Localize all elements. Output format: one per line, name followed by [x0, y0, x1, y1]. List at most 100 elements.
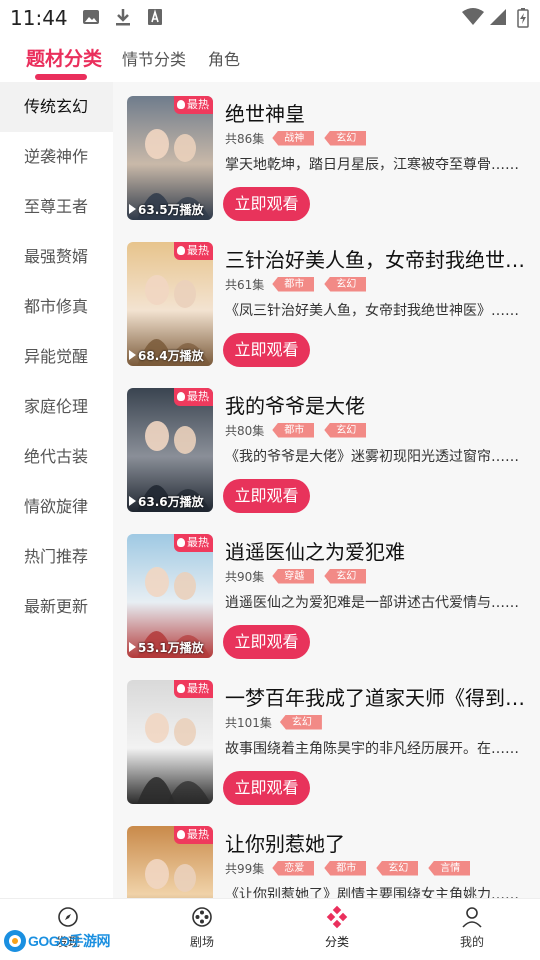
category-tabs: 题材分类 情节分类 角色 — [0, 36, 540, 82]
genre-tag: 玄幻 — [376, 860, 419, 876]
genre-tag: 都市 — [272, 276, 315, 292]
watch-now-button[interactable]: 立即观看 — [223, 333, 310, 367]
genre-tag: 战神 — [272, 130, 315, 146]
nav-mine[interactable]: 我的 — [432, 905, 512, 950]
drama-description: 故事围绕着主角陈昊宇的非凡经历展开。在…… — [225, 741, 519, 757]
sidebar-item-son-in-law[interactable]: 最强赘婿 — [0, 232, 113, 282]
episode-count: 共99集 — [225, 861, 265, 876]
drama-poster[interactable]: 最热 53.1万播放 — [127, 534, 213, 658]
status-bar: 11:44 — [0, 0, 540, 36]
sidebar-item-romance-melody[interactable]: 情欲旋律 — [0, 482, 113, 532]
watch-now-button[interactable]: 立即观看 — [223, 625, 310, 659]
watch-now-button[interactable]: 立即观看 — [223, 187, 310, 221]
sidebar-item-family-ethics[interactable]: 家庭伦理 — [0, 382, 113, 432]
hot-badge-label: 最热 — [187, 536, 209, 549]
genre-tag: 穿越 — [272, 568, 315, 584]
drama-meta: 共61集 都市 玄幻 — [225, 276, 376, 292]
drama-card[interactable]: 最热 68.4万播放 三针治好美人鱼，女帝封我绝世神医 共61集 都市 玄幻 《凤… — [113, 228, 540, 374]
genre-tag: 玄幻 — [324, 422, 367, 438]
play-count: 63.5万播放 — [129, 201, 204, 218]
sidebar-item-hot-picks[interactable]: 热门推荐 — [0, 532, 113, 582]
play-icon — [129, 496, 136, 506]
drama-card[interactable]: 最热 63.5万播放 绝世神皇 共86集 战神 玄幻 掌天地乾坤，踏日月星辰，江寒… — [113, 82, 540, 228]
hot-badge-label: 最热 — [187, 98, 209, 111]
font-icon — [148, 9, 162, 25]
image-icon — [83, 10, 99, 24]
genre-tag: 言情 — [428, 860, 471, 876]
drama-description: 《让你别惹她了》剧情主要围绕女主角姚力…… — [225, 887, 519, 898]
watch-now-button[interactable]: 立即观看 — [223, 479, 310, 513]
flame-icon — [177, 684, 185, 693]
poster-image — [127, 680, 213, 804]
category-icon — [326, 905, 348, 929]
play-count: 68.4万播放 — [129, 347, 204, 364]
genre-tag: 都市 — [272, 422, 315, 438]
drama-card[interactable]: 最热 让你别惹她了 共99集 恋爱 都市 玄幻 言情 《让你别惹她了》剧情主要围绕女主… — [113, 812, 540, 898]
active-tab-indicator — [35, 74, 87, 80]
user-icon — [462, 907, 482, 928]
drama-title[interactable]: 三针治好美人鱼，女帝封我绝世神医 — [225, 244, 535, 273]
hot-badge: 最热 — [174, 680, 213, 698]
nav-theater[interactable]: 剧场 — [162, 905, 242, 950]
site-watermark: GOGO手游网 — [2, 926, 112, 956]
genre-tag: 玄幻 — [324, 276, 367, 292]
watch-now-button[interactable]: 立即观看 — [223, 771, 310, 805]
drama-list: 最热 63.5万播放 绝世神皇 共86集 战神 玄幻 掌天地乾坤，踏日月星辰，江寒… — [113, 82, 540, 898]
drama-poster[interactable]: 最热 63.6万播放 — [127, 388, 213, 512]
wifi-icon — [462, 8, 484, 25]
nav-mine-label: 我的 — [459, 935, 484, 949]
play-icon — [129, 350, 136, 360]
genre-tag: 玄幻 — [279, 714, 322, 730]
drama-poster[interactable]: 最热 — [127, 680, 213, 804]
play-count: 63.6万播放 — [129, 493, 204, 510]
sidebar-item-supreme-king[interactable]: 至尊王者 — [0, 182, 113, 232]
drama-title[interactable]: 我的爷爷是大佬 — [225, 390, 535, 419]
tab-subject[interactable]: 题材分类 — [26, 44, 102, 71]
drama-description: 逍遥医仙之为爱犯难是一部讲述古代爱情与…… — [225, 595, 519, 611]
hot-badge-label: 最热 — [187, 828, 209, 841]
hot-badge: 最热 — [174, 534, 213, 552]
flame-icon — [177, 392, 185, 401]
drama-poster[interactable]: 最热 63.5万播放 — [127, 96, 213, 220]
drama-poster[interactable]: 最热 68.4万播放 — [127, 242, 213, 366]
tab-plot[interactable]: 情节分类 — [122, 46, 186, 70]
episode-count: 共86集 — [225, 131, 265, 146]
drama-title[interactable]: 一梦百年我成了道家天师《得到道家天师》 — [225, 682, 535, 711]
flame-icon — [177, 246, 185, 255]
genre-sidebar: 传统玄幻 逆袭神作 至尊王者 最强赘婿 都市修真 异能觉醒 家庭伦理 绝代古装 … — [0, 82, 113, 898]
sidebar-item-latest[interactable]: 最新更新 — [0, 582, 113, 632]
tab-role[interactable]: 角色 — [208, 46, 240, 70]
sidebar-item-superpower[interactable]: 异能觉醒 — [0, 332, 113, 382]
episode-count: 共101集 — [225, 715, 272, 730]
drama-meta: 共86集 战神 玄幻 — [225, 130, 376, 146]
genre-tag: 恋爱 — [272, 860, 315, 876]
drama-description: 《凤三针治好美人鱼，女帝封我绝世神医》…… — [225, 303, 519, 319]
drama-description: 掌天地乾坤，踏日月星辰，江寒被夺至尊骨…… — [225, 157, 519, 173]
drama-meta: 共80集 都市 玄幻 — [225, 422, 376, 438]
episode-count: 共80集 — [225, 423, 265, 438]
episode-count: 共90集 — [225, 569, 265, 584]
drama-title[interactable]: 逍遥医仙之为爱犯难 — [225, 536, 535, 565]
flame-icon — [177, 830, 185, 839]
hot-badge-label: 最热 — [187, 390, 209, 403]
sidebar-item-counterattack[interactable]: 逆袭神作 — [0, 132, 113, 182]
play-icon — [129, 642, 136, 652]
drama-title[interactable]: 绝世神皇 — [225, 98, 535, 127]
sidebar-item-urban-cultivation[interactable]: 都市修真 — [0, 282, 113, 332]
sidebar-item-costume[interactable]: 绝代古装 — [0, 432, 113, 482]
drama-title[interactable]: 让你别惹她了 — [225, 828, 535, 857]
watermark-text: GOGO手游网 — [28, 933, 111, 949]
nav-theater-label: 剧场 — [189, 935, 214, 949]
film-reel-icon — [192, 907, 212, 927]
download-icon — [116, 9, 130, 26]
drama-card[interactable]: 最热 一梦百年我成了道家天师《得到道家天师》 共101集 玄幻 故事围绕着主角陈… — [113, 666, 540, 812]
drama-card[interactable]: 最热 53.1万播放 逍遥医仙之为爱犯难 共90集 穿越 玄幻 逍遥医仙之为爱犯难… — [113, 520, 540, 666]
drama-meta: 共101集 玄幻 — [225, 714, 332, 730]
play-count-value: 63.5万播放 — [138, 203, 204, 217]
drama-card[interactable]: 最热 63.6万播放 我的爷爷是大佬 共80集 都市 玄幻 《我的爷爷是大佬》迷雾… — [113, 374, 540, 520]
episode-count: 共61集 — [225, 277, 265, 292]
hot-badge: 最热 — [174, 96, 213, 114]
nav-category[interactable]: 分类 — [297, 905, 377, 950]
drama-poster[interactable]: 最热 — [127, 826, 213, 898]
sidebar-item-traditional-fantasy[interactable]: 传统玄幻 — [0, 82, 113, 132]
